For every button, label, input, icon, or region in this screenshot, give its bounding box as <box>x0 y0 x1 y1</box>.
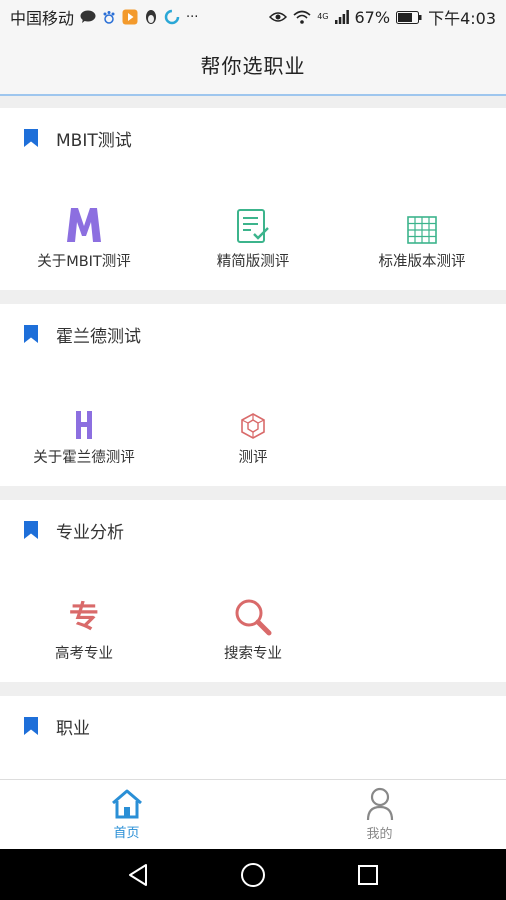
home-nav-button[interactable] <box>233 855 273 895</box>
home-icon <box>111 789 142 819</box>
bottom-tab-bar: 首页 我的 <box>0 779 506 849</box>
section-holland: 霍兰德测试 关于霍兰德测评 测评 <box>0 304 506 486</box>
system-nav-bar <box>0 849 506 900</box>
item-icon-wrap <box>407 204 437 244</box>
section-majors: 专业分析 专 高考专业 搜索专业 <box>0 500 506 682</box>
penguin-icon <box>146 10 157 24</box>
section-title: MBIT测试 <box>56 130 132 151</box>
battery-percent-label: 67% <box>354 7 391 27</box>
search-icon <box>235 599 272 636</box>
section-careers: 职业 <box>0 696 506 779</box>
page-title: 帮你选职业 <box>200 53 306 78</box>
item-standard-test[interactable]: 标准版本测评 <box>338 204 506 271</box>
battery-icon <box>396 10 422 24</box>
bookmark-icon <box>24 717 38 735</box>
status-bar: 中国移动 ··· 4G 67% 下午4:03 <box>0 0 506 34</box>
grid-table-icon <box>407 216 437 244</box>
chat-bubble-icon <box>80 10 96 23</box>
back-triangle-icon <box>128 863 147 886</box>
signal-icon <box>334 10 349 24</box>
recents-square-icon <box>358 864 379 885</box>
recents-button[interactable] <box>348 855 388 895</box>
bookmark-icon <box>24 325 38 343</box>
tab-label: 我的 <box>366 827 393 842</box>
eye-icon <box>269 12 288 22</box>
section-items: 专 高考专业 搜索专业 <box>0 560 506 680</box>
section-header: 霍兰德测试 <box>0 304 506 364</box>
section-header: 职业 <box>0 696 506 756</box>
bookmark-icon <box>24 521 38 539</box>
item-gaokao-major[interactable]: 专 高考专业 <box>0 596 168 663</box>
item-icon-wrap <box>65 204 103 244</box>
section-header: 专业分析 <box>0 500 506 560</box>
carrier-label: 中国移动 <box>10 9 75 28</box>
swirl-icon <box>164 9 180 25</box>
item-lite-test[interactable]: 精简版测评 <box>169 204 337 271</box>
item-search-major[interactable]: 搜索专业 <box>169 596 337 663</box>
item-icon-wrap <box>234 596 272 636</box>
network-type-label: 4G <box>317 12 329 21</box>
tab-home[interactable]: 首页 <box>0 780 253 849</box>
video-play-icon <box>122 9 138 25</box>
home-circle-icon <box>240 862 265 887</box>
back-button[interactable] <box>118 855 158 895</box>
item-label: 关于霍兰德测评 <box>33 450 135 466</box>
tab-mine[interactable]: 我的 <box>253 780 506 849</box>
item-label: 高考专业 <box>55 646 113 662</box>
item-label: 标准版本测评 <box>378 254 466 270</box>
status-right: 4G 67% 下午4:03 <box>269 5 496 29</box>
section-header: MBIT测试 <box>0 108 506 168</box>
wifi-icon <box>293 10 311 24</box>
item-holland-test[interactable]: 测评 <box>169 400 337 467</box>
section-mbit: MBIT测试 关于MBIT测评 精简版测评 标准版本测评 <box>0 108 506 290</box>
app-header: 帮你选职业 <box>0 34 506 96</box>
item-icon-wrap <box>74 400 94 440</box>
item-icon-wrap: 专 <box>69 596 99 636</box>
letter-m-icon <box>67 208 101 242</box>
tab-label: 首页 <box>113 826 140 841</box>
item-label: 关于MBIT测评 <box>37 254 131 270</box>
section-title: 职业 <box>56 718 90 739</box>
zhuan-char-icon: 专 <box>69 600 99 635</box>
more-notifications-label: ··· <box>186 9 199 25</box>
paw-icon <box>103 11 115 24</box>
item-icon-wrap <box>236 204 270 244</box>
bookmark-icon <box>24 129 38 147</box>
item-label: 精简版测评 <box>216 254 290 270</box>
item-icon-wrap <box>239 400 267 440</box>
item-about-holland[interactable]: 关于霍兰德测评 <box>0 400 168 467</box>
item-label: 搜索专业 <box>224 646 282 662</box>
section-items: 关于霍兰德测评 测评 <box>0 364 506 484</box>
checklist-icon <box>237 209 269 243</box>
section-items: 关于MBIT测评 精简版测评 标准版本测评 <box>0 168 506 288</box>
clock-label: 下午4:03 <box>428 9 496 28</box>
person-icon <box>366 787 393 821</box>
hexagon-icon <box>241 413 265 439</box>
letter-h-icon <box>76 411 92 439</box>
main-content[interactable]: MBIT测试 关于MBIT测评 精简版测评 标准版本测评 霍兰德测试 关于霍兰德… <box>0 96 506 779</box>
item-about-mbit[interactable]: 关于MBIT测评 <box>0 204 168 271</box>
item-label: 测评 <box>238 450 268 466</box>
section-title: 专业分析 <box>56 522 124 543</box>
section-title: 霍兰德测试 <box>56 326 141 347</box>
status-left: 中国移动 ··· <box>10 5 198 29</box>
